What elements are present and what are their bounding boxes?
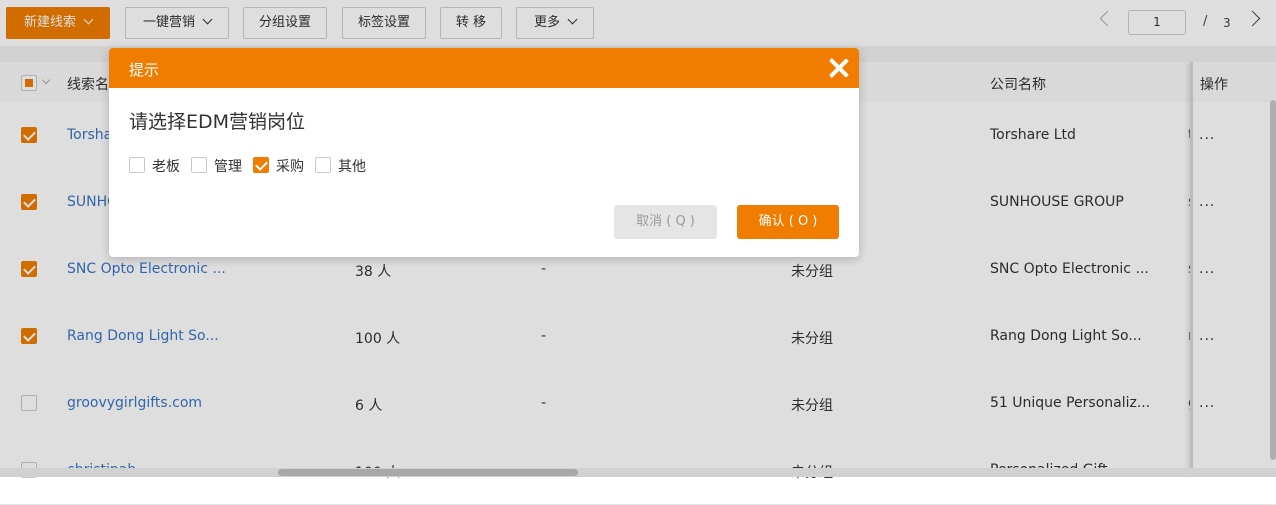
option-label: 其他 bbox=[338, 159, 366, 175]
dialog-header: 提示 bbox=[109, 48, 859, 88]
cancel-button[interactable]: 取消 ( Q ) bbox=[614, 205, 717, 239]
option-checkbox[interactable] bbox=[191, 157, 207, 173]
option-checkbox[interactable] bbox=[315, 157, 331, 173]
dialog-title: 提示 bbox=[129, 61, 160, 79]
option-label: 老板 bbox=[152, 159, 180, 175]
option-checkbox[interactable] bbox=[129, 157, 145, 173]
option-label: 管理 bbox=[214, 159, 242, 175]
option-checkbox[interactable] bbox=[253, 157, 269, 173]
close-icon[interactable] bbox=[826, 55, 852, 81]
option-label: 采购 bbox=[276, 159, 304, 175]
dialog-question: 请选择EDM营销岗位 bbox=[129, 111, 306, 133]
edm-position-dialog: 提示 请选择EDM营销岗位 老板 管理 采购 其他 取消 ( Q ) 确认 ( … bbox=[109, 48, 859, 257]
confirm-button[interactable]: 确认 ( O ) bbox=[737, 205, 839, 239]
